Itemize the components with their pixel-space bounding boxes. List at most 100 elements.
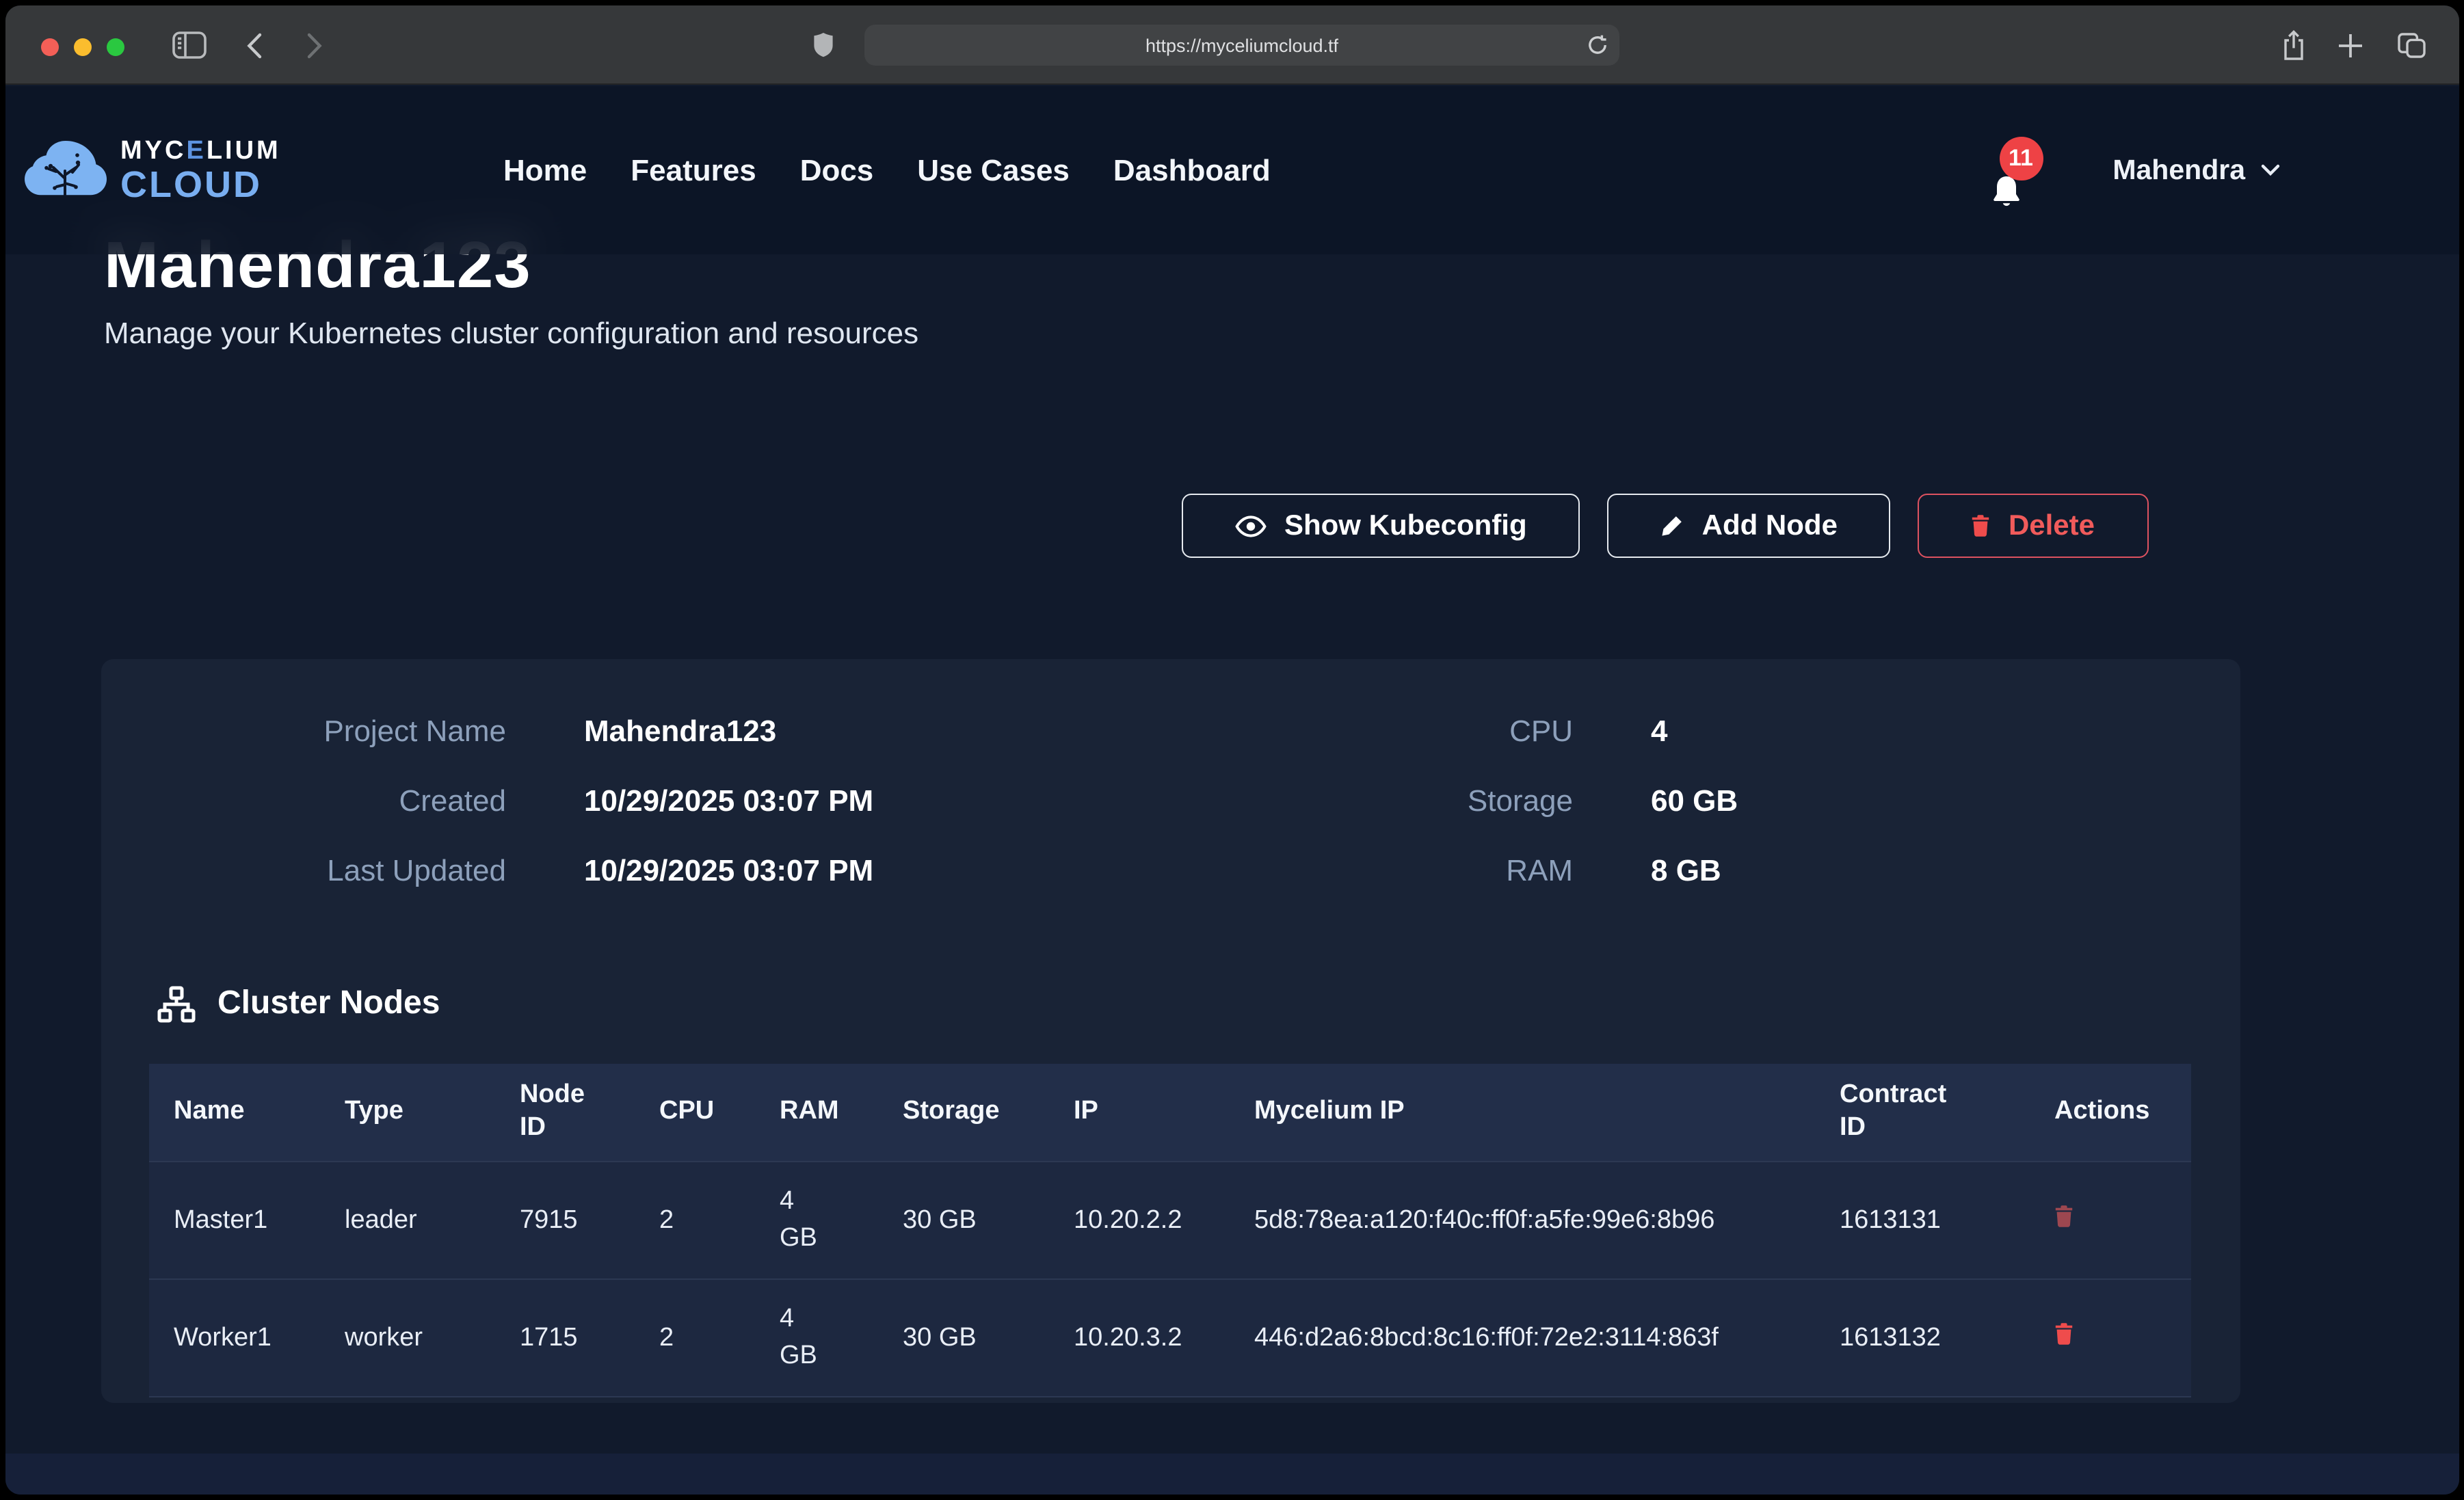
sidebar-toggle-button[interactable] bbox=[172, 5, 207, 85]
reload-icon bbox=[1587, 34, 1608, 56]
delete-node-button[interactable] bbox=[2054, 1204, 2074, 1227]
col-mycelium-ip: Mycelium IP bbox=[1230, 1064, 1815, 1161]
nav-item-features[interactable]: Features bbox=[631, 152, 756, 188]
cell-ram: 4 GB bbox=[755, 1278, 878, 1396]
detail-label: Created bbox=[142, 782, 506, 820]
back-icon bbox=[246, 32, 263, 58]
col-node-id: Node ID bbox=[495, 1064, 635, 1161]
detail-row-last-updated: Last Updated 10/29/2025 03:07 PM bbox=[142, 852, 873, 890]
delete-label: Delete bbox=[2009, 509, 2095, 542]
cell-name: Master1 bbox=[149, 1161, 320, 1278]
site-navbar: MYCELIUM CLOUD Home Features Docs Use Ca… bbox=[5, 86, 2459, 254]
minimize-window-icon[interactable] bbox=[74, 38, 92, 55]
pencil-icon bbox=[1661, 514, 1684, 537]
new-tab-button[interactable] bbox=[2337, 5, 2363, 85]
brand-text: MYCELIUM CLOUD bbox=[120, 137, 281, 203]
user-menu[interactable]: Mahendra bbox=[2112, 86, 2279, 254]
screen: https://myceliumcloud.tf Mahendra123 Man… bbox=[0, 0, 2464, 1500]
notifications-button[interactable]: 11 bbox=[1988, 172, 2024, 211]
table-row-master1: Master1 leader 7915 2 4 GB 30 GB 10.20.2… bbox=[149, 1161, 2191, 1278]
shield-icon bbox=[812, 31, 834, 59]
col-ram: RAM bbox=[755, 1064, 878, 1161]
details-right-column: CPU 4 Storage 60 GB RAM 8 GB bbox=[1299, 712, 1738, 922]
browser-toolbar: https://myceliumcloud.tf bbox=[5, 5, 2459, 85]
trash-icon bbox=[2054, 1204, 2074, 1227]
user-name: Mahendra bbox=[2112, 154, 2245, 187]
cell-node-id: 1715 bbox=[495, 1278, 635, 1396]
cluster-actions: Show Kubeconfig Add Node Delete bbox=[1182, 494, 2148, 558]
trash-icon bbox=[1972, 514, 1991, 537]
nav-item-dashboard[interactable]: Dashboard bbox=[1113, 152, 1271, 188]
detail-row-storage: Storage 60 GB bbox=[1299, 782, 1738, 820]
cell-type: worker bbox=[320, 1278, 495, 1396]
detail-value: 60 GB bbox=[1651, 782, 1738, 820]
cell-ip: 10.20.3.2 bbox=[1049, 1278, 1230, 1396]
url-text: https://myceliumcloud.tf bbox=[1145, 35, 1338, 55]
zoom-window-icon[interactable] bbox=[107, 38, 124, 55]
detail-value: 8 GB bbox=[1651, 852, 1721, 890]
page-content: Mahendra123 Manage your Kubernetes clust… bbox=[5, 86, 2459, 1495]
nav-item-home[interactable]: Home bbox=[503, 152, 587, 188]
col-ip: IP bbox=[1049, 1064, 1230, 1161]
detail-label: Project Name bbox=[142, 712, 506, 751]
cell-storage: 30 GB bbox=[878, 1161, 1049, 1278]
footer-strip bbox=[5, 1454, 2459, 1495]
brand-word-mycelium: MYCELIUM bbox=[120, 137, 281, 163]
cell-contract-id: 1613131 bbox=[1815, 1161, 2030, 1278]
detail-label: Last Updated bbox=[142, 852, 506, 890]
detail-row-created: Created 10/29/2025 03:07 PM bbox=[142, 782, 873, 820]
nav-item-use-cases[interactable]: Use Cases bbox=[917, 152, 1070, 188]
share-button[interactable] bbox=[2281, 5, 2305, 85]
cell-mycelium-ip: 446:d2a6:8bcd:8c16:ff0f:72e2:3114:863f bbox=[1230, 1278, 1815, 1396]
delete-node-button[interactable] bbox=[2054, 1322, 2074, 1345]
col-type: Type bbox=[320, 1064, 495, 1161]
chevron-down-icon bbox=[2260, 164, 2279, 176]
nav-links: Home Features Docs Use Cases Dashboard bbox=[503, 86, 1271, 254]
trash-icon bbox=[2054, 1322, 2074, 1345]
brand-word-cloud: CLOUD bbox=[120, 166, 281, 203]
table-row-worker1: Worker1 worker 1715 2 4 GB 30 GB 10.20.3… bbox=[149, 1278, 2191, 1396]
reload-button[interactable] bbox=[1587, 25, 1608, 66]
tab-overview-button[interactable] bbox=[2397, 5, 2426, 85]
cluster-nodes-table: Name Type Node ID CPU RAM Storage IP Myc… bbox=[149, 1064, 2191, 1397]
table-header-row: Name Type Node ID CPU RAM Storage IP Myc… bbox=[149, 1064, 2191, 1161]
show-kubeconfig-button[interactable]: Show Kubeconfig bbox=[1182, 494, 1580, 558]
browser-window: https://myceliumcloud.tf Mahendra123 Man… bbox=[5, 5, 2459, 1495]
cluster-nodes-header: Cluster Nodes bbox=[157, 985, 440, 1023]
detail-value: Mahendra123 bbox=[584, 712, 776, 751]
details-left-column: Project Name Mahendra123 Created 10/29/2… bbox=[142, 712, 873, 922]
show-kubeconfig-label: Show Kubeconfig bbox=[1284, 509, 1527, 542]
add-node-button[interactable]: Add Node bbox=[1608, 494, 1891, 558]
detail-value: 4 bbox=[1651, 712, 1668, 751]
detail-label: RAM bbox=[1299, 852, 1573, 890]
cell-actions bbox=[2030, 1161, 2191, 1278]
privacy-shield-button[interactable] bbox=[812, 5, 834, 85]
address-bar[interactable]: https://myceliumcloud.tf bbox=[864, 25, 1619, 66]
col-actions: Actions bbox=[2030, 1064, 2191, 1161]
cluster-details-panel: Project Name Mahendra123 Created 10/29/2… bbox=[101, 659, 2240, 1403]
detail-label: Storage bbox=[1299, 782, 1573, 820]
brand-logo[interactable]: MYCELIUM CLOUD bbox=[25, 137, 281, 203]
nav-item-docs[interactable]: Docs bbox=[800, 152, 874, 188]
tabs-icon bbox=[2397, 32, 2426, 58]
network-nodes-icon bbox=[157, 985, 196, 1022]
col-storage: Storage bbox=[878, 1064, 1049, 1161]
forward-button[interactable] bbox=[306, 5, 323, 85]
cell-cpu: 2 bbox=[635, 1278, 755, 1396]
window-controls bbox=[41, 38, 124, 55]
page-subtitle: Manage your Kubernetes cluster configura… bbox=[104, 316, 918, 351]
cell-node-id: 7915 bbox=[495, 1161, 635, 1278]
detail-row-ram: RAM 8 GB bbox=[1299, 852, 1738, 890]
eye-icon bbox=[1235, 515, 1267, 537]
close-window-icon[interactable] bbox=[41, 38, 59, 55]
back-button[interactable] bbox=[246, 5, 263, 85]
detail-value: 10/29/2025 03:07 PM bbox=[584, 782, 873, 820]
cell-actions bbox=[2030, 1278, 2191, 1396]
cloud-logo-icon bbox=[25, 138, 107, 202]
cell-type: leader bbox=[320, 1161, 495, 1278]
plus-icon bbox=[2337, 32, 2363, 58]
delete-cluster-button[interactable]: Delete bbox=[1918, 494, 2148, 558]
cell-cpu: 2 bbox=[635, 1161, 755, 1278]
sidebar-icon bbox=[172, 31, 207, 59]
detail-label: CPU bbox=[1299, 712, 1573, 751]
